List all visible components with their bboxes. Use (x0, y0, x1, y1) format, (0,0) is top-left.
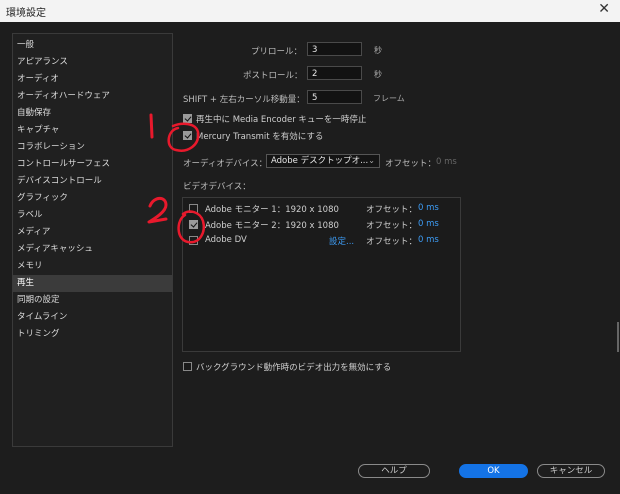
sidebar-item[interactable]: コラボレーション (13, 139, 172, 156)
video-device-2-offset-value[interactable]: 0 ms (418, 219, 439, 229)
sidebar-item[interactable]: デバイスコントロール (13, 173, 172, 190)
sidebar-item[interactable]: キャプチャ (13, 122, 172, 139)
sidebar-item[interactable]: オーディオ (13, 71, 172, 88)
video-device-1-name: Adobe モニター 1：1920 x 1080 (205, 205, 339, 215)
video-device-3-offset-label: オフセット： (366, 237, 418, 247)
video-device-3-offset-value[interactable]: 0 ms (418, 235, 439, 245)
preroll-unit: 秒 (374, 46, 382, 55)
shift-move-unit: フレーム (373, 94, 405, 103)
sidebar-item[interactable]: ラベル (13, 207, 172, 224)
audio-device-label: オーディオデバイス： (183, 159, 268, 169)
sidebar-item[interactable]: 同期の設定 (13, 292, 172, 309)
sidebar-item[interactable]: コントロールサーフェス (13, 156, 172, 173)
video-device-1-offset-label: オフセット： (366, 205, 418, 215)
sidebar-list: 一般 アピアランス オーディオ オーディオハードウェア 自動保存 キャプチャ コラボレーショ… (13, 34, 172, 343)
video-device-2-offset-label: オフセット： (366, 221, 418, 231)
mercury-transmit-checkbox[interactable] (183, 131, 192, 140)
sidebar-item[interactable]: オーディオハードウェア (13, 88, 172, 105)
video-device-3-setup-link[interactable]: 設定... (329, 235, 354, 247)
close-icon[interactable]: ✕ (598, 1, 610, 17)
mercury-transmit-label: Mercury Transmit を有効にする (196, 132, 324, 142)
audio-offset-value: 0 ms (436, 157, 457, 167)
video-device-3-checkbox[interactable] (189, 236, 198, 245)
shift-move-input[interactable]: 5 (307, 90, 362, 104)
sidebar-item[interactable]: グラフィック (13, 190, 172, 207)
video-device-1-offset-value[interactable]: 0 ms (418, 203, 439, 213)
sidebar-item[interactable]: タイムライン (13, 309, 172, 326)
help-button[interactable]: ヘルプ (358, 464, 430, 478)
video-device-1-checkbox[interactable] (189, 204, 198, 213)
audio-offset-label: オフセット： (385, 159, 437, 169)
video-devices-list: Adobe モニター 1：1920 x 1080 オフセット： 0 ms Ado… (182, 197, 461, 352)
ok-button[interactable]: OK (459, 464, 528, 478)
sidebar-item[interactable]: 一般 (13, 37, 172, 54)
pause-encoder-label: 再生中に Media Encoder キューを一時停止 (196, 115, 367, 125)
pause-encoder-checkbox[interactable] (183, 114, 192, 123)
sidebar-item[interactable]: 再生 (13, 275, 172, 292)
audio-device-value: Adobe デスクトップオ... (271, 156, 369, 166)
video-device-2-name: Adobe モニター 2：1920 x 1080 (205, 221, 339, 231)
video-device-3-name: Adobe DV (205, 235, 247, 245)
postroll-unit: 秒 (374, 70, 382, 79)
sidebar-item[interactable]: トリミング (13, 326, 172, 343)
disable-background-video-label: バックグラウンド動作時のビデオ出力を無効にする (196, 363, 392, 373)
disable-background-video-checkbox[interactable] (183, 362, 192, 371)
audio-device-select[interactable]: Adobe デスクトップオ... ⌄ (266, 154, 380, 168)
sidebar-item[interactable]: メディア (13, 224, 172, 241)
chevron-down-icon: ⌄ (368, 156, 375, 165)
postroll-label: ポストロール： (243, 71, 303, 81)
preroll-input[interactable]: 3 (307, 42, 362, 56)
sidebar-item[interactable]: 自動保存 (13, 105, 172, 122)
title-bar: 環境設定 ✕ (0, 0, 620, 22)
sidebar-item[interactable]: メモリ (13, 258, 172, 275)
window-title: 環境設定 (6, 8, 46, 19)
preroll-label: プリロール： (251, 47, 303, 57)
cancel-button[interactable]: キャンセル (537, 464, 605, 478)
preferences-sidebar: 一般 アピアランス オーディオ オーディオハードウェア 自動保存 キャプチャ コラボレーショ… (12, 33, 173, 447)
video-devices-label: ビデオデバイス： (183, 182, 251, 192)
sidebar-item[interactable]: アピアランス (13, 54, 172, 71)
postroll-input[interactable]: 2 (307, 66, 362, 80)
shift-move-label: SHIFT + 左右カーソル移動量： (183, 95, 305, 105)
scrollbar[interactable] (614, 22, 620, 494)
video-device-2-checkbox[interactable] (189, 220, 198, 229)
sidebar-item[interactable]: メディアキャッシュ (13, 241, 172, 258)
scrollbar-thumb[interactable] (617, 322, 619, 352)
